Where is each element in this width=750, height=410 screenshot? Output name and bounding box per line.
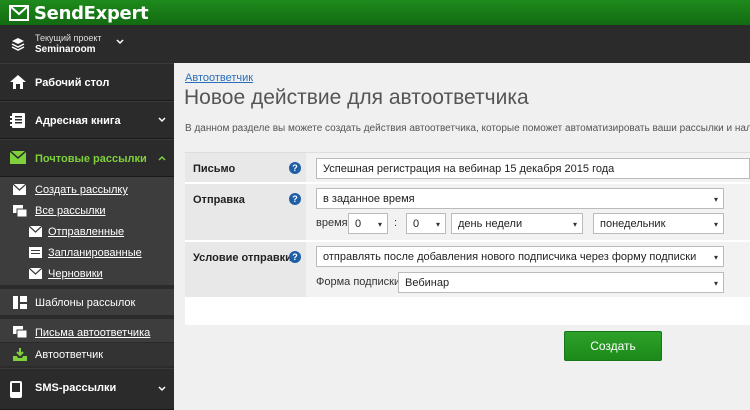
envelopes-icon — [13, 205, 27, 217]
sidebar-item-label: Рабочий стол — [35, 77, 110, 89]
sidebar-item-templates[interactable]: Шаблоны рассылок — [0, 288, 174, 315]
send-mode-select[interactable]: в заданное время ▾ — [316, 188, 724, 209]
sidebar-item-label: Адресная книга — [35, 115, 121, 127]
subscription-form-value: Вебинар — [405, 277, 450, 289]
envelope-logo-icon — [9, 5, 29, 21]
period-value: день недели — [458, 218, 523, 230]
sidebar-item-label: Письма автоответчика — [35, 327, 151, 339]
draft-envelope-icon — [29, 268, 42, 279]
sidebar-item-create-mailing[interactable]: Создать рассылку — [0, 180, 174, 200]
sidebar-item-label: Шаблоны рассылок — [35, 297, 136, 309]
letter-label-cell: Письмо ? — [185, 153, 306, 182]
logo[interactable]: SendExpert — [9, 2, 149, 24]
send-label-cell: Отправка ? — [185, 184, 306, 240]
send-label: Отправка — [193, 194, 245, 206]
help-icon[interactable]: ? — [289, 162, 301, 174]
sidebar-item-scheduled[interactable]: Запланированные — [0, 243, 174, 263]
condition-value: отправлять после добавления нового подпи… — [323, 251, 697, 263]
create-button[interactable]: Создать — [564, 331, 662, 361]
project-name: Seminaroom — [35, 44, 96, 55]
time-separator: : — [394, 217, 398, 229]
time-label: время — [316, 217, 348, 229]
select-arrow-icon: ▾ — [713, 220, 718, 229]
sidebar-item-mailings[interactable]: Почтовые рассылки — [0, 139, 174, 177]
sidebar-item-label: Запланированные — [48, 247, 142, 259]
inbox-download-icon — [13, 348, 27, 361]
sidebar-item-autoresponder[interactable]: Автоответчик — [0, 342, 174, 366]
period-select[interactable]: день недели ▾ — [451, 213, 583, 234]
main-content: Автоответчик Новое действие для автоотве… — [174, 25, 750, 410]
project-switcher[interactable]: Текущий проект Seminaroom — [0, 25, 174, 64]
project-caption: Текущий проект — [35, 33, 102, 43]
sidebar-item-label: SMS-рассылки — [35, 382, 117, 394]
condition-row: Условие отправки ? отправлять после доба… — [185, 242, 750, 299]
logo-text: SendExpert — [34, 2, 149, 24]
sidebar-item-label: Отправленные — [48, 226, 125, 238]
layers-icon — [11, 38, 25, 51]
letter-content: Успешная регистрация на вебинар 15 декаб… — [306, 153, 750, 182]
templates-icon — [13, 296, 27, 309]
sidebar-item-label: Почтовые рассылки — [35, 153, 147, 165]
page-title: Новое действие для автоответчика — [184, 86, 529, 109]
hour-select[interactable]: 0 ▾ — [348, 213, 388, 234]
send-row: Отправка ? в заданное время ▾ время 0 ▾ … — [185, 184, 750, 242]
condition-label-cell: Условие отправки ? — [185, 242, 306, 297]
hour-value: 0 — [355, 218, 362, 230]
select-arrow-icon: ▾ — [713, 195, 718, 204]
condition-content: отправлять после добавления нового подпи… — [306, 242, 750, 297]
condition-select[interactable]: отправлять после добавления нового подпи… — [316, 246, 724, 267]
envelope-icon — [29, 226, 42, 237]
chevron-down-icon — [158, 117, 166, 123]
help-icon[interactable]: ? — [289, 251, 301, 263]
sidebar-item-label: Создать рассылку — [35, 184, 128, 196]
send-content: в заданное время ▾ время 0 ▾ : 0 ▾ день … — [306, 184, 750, 240]
sidebar-item-label: Все рассылки — [35, 205, 106, 217]
select-arrow-icon: ▾ — [377, 220, 382, 229]
address-book-icon — [10, 113, 25, 128]
home-icon — [10, 75, 26, 89]
subscription-form-select[interactable]: Вебинар ▾ — [398, 272, 724, 293]
chevron-up-icon — [158, 155, 166, 161]
condition-label: Условие отправки — [193, 252, 292, 264]
select-arrow-icon: ▾ — [713, 279, 718, 288]
page-description: В данном разделе вы можете создать дейст… — [185, 123, 750, 134]
day-select[interactable]: понедельник ▾ — [593, 213, 724, 234]
header-strip — [174, 25, 750, 63]
sidebar-item-drafts[interactable]: Черновики — [0, 264, 174, 284]
action-form: Письмо ? Успешная регистрация на вебинар… — [185, 152, 750, 325]
letter-row: Письмо ? Успешная регистрация на вебинар… — [185, 153, 750, 184]
sidebar-item-label: Автоответчик — [35, 349, 104, 361]
phone-icon — [10, 381, 22, 398]
minute-value: 0 — [413, 218, 420, 230]
sidebar-item-label: Черновики — [48, 268, 103, 280]
chevron-down-icon — [116, 39, 124, 45]
sidebar-item-sms[interactable]: SMS-рассылки — [0, 368, 174, 410]
mailings-submenu: Создать рассылку Все рассылки Отправленн… — [0, 177, 174, 285]
select-arrow-icon: ▾ — [572, 220, 577, 229]
letter-label: Письмо — [193, 163, 236, 175]
breadcrumb[interactable]: Автоответчик — [185, 72, 253, 84]
subscription-form-label: Форма подписки — [316, 276, 401, 288]
minute-select[interactable]: 0 ▾ — [406, 213, 446, 234]
select-arrow-icon: ▾ — [435, 220, 440, 229]
envelopes-icon — [13, 326, 27, 338]
top-bar: SendExpert — [0, 0, 750, 25]
sidebar-item-desktop[interactable]: Рабочий стол — [0, 63, 174, 101]
select-arrow-icon: ▾ — [713, 253, 718, 262]
envelope-icon — [13, 184, 26, 195]
day-value: понедельник — [600, 218, 666, 230]
send-mode-value: в заданное время — [323, 193, 415, 205]
calendar-envelope-icon — [29, 247, 42, 258]
sidebar-item-address-book[interactable]: Адресная книга — [0, 101, 174, 139]
envelope-icon — [10, 151, 26, 164]
sidebar-item-autoresponder-letters[interactable]: Письма автоответчика — [0, 318, 174, 345]
help-icon[interactable]: ? — [289, 193, 301, 205]
letter-field[interactable]: Успешная регистрация на вебинар 15 декаб… — [316, 158, 750, 179]
sidebar-item-sent[interactable]: Отправленные — [0, 222, 174, 242]
sidebar-item-all-mailings[interactable]: Все рассылки — [0, 201, 174, 221]
chevron-down-icon — [158, 386, 166, 392]
